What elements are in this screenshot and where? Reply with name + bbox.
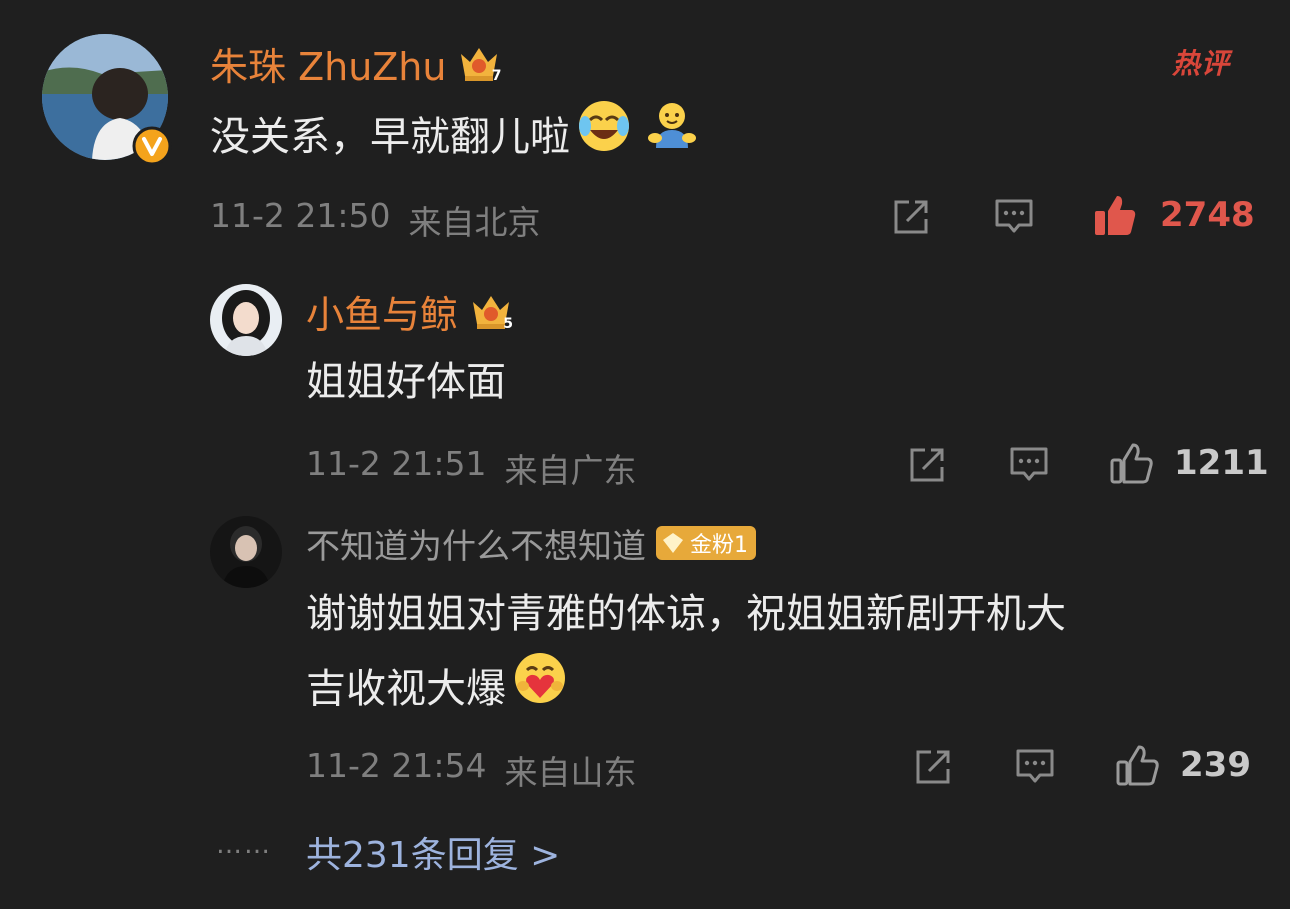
avatar[interactable]: [210, 516, 282, 588]
comment-header: 小鱼与鲸 5: [306, 284, 514, 339]
location: 来自山东: [504, 753, 637, 792]
comment-icon: [1010, 447, 1048, 481]
share-icon: [894, 200, 928, 234]
timestamp: 11-2 21:50: [210, 196, 391, 235]
heart-hug-emoji-icon: [512, 650, 568, 727]
comment-text: 没关系，早就翻儿啦: [210, 98, 700, 175]
comment-icon: [1016, 749, 1054, 783]
location: 来自北京: [408, 203, 541, 242]
username[interactable]: 朱珠 ZhuZhu: [210, 36, 446, 91]
avatar[interactable]: [210, 284, 282, 356]
share-icon: [916, 750, 950, 784]
crown-level-icon: 7: [456, 40, 502, 86]
like-button[interactable]: 1211: [1108, 440, 1269, 486]
comment-icon: [995, 199, 1033, 233]
crown-level-icon: 5: [468, 288, 514, 334]
ellipsis: ……: [216, 830, 272, 860]
fan-badge: 金粉1: [656, 526, 756, 560]
location: 来自广东: [504, 451, 637, 490]
diamond-icon: [663, 533, 683, 553]
reply-button[interactable]: [1012, 744, 1058, 790]
comment-text: 姐姐好体面: [306, 359, 506, 405]
thumbs-up-icon: [1095, 196, 1136, 235]
share-button[interactable]: [904, 442, 950, 488]
more-replies-link[interactable]: 共231条回复 >: [306, 826, 560, 878]
comment-meta: 11-2 21:51 来自广东: [306, 444, 637, 492]
comment-text-line-2: 吉收视大爆: [306, 650, 568, 727]
timestamp: 11-2 21:54: [306, 746, 487, 785]
timestamp: 11-2 21:51: [306, 444, 487, 483]
reply-button[interactable]: [991, 194, 1037, 240]
laughing-crying-emoji-icon: [576, 98, 632, 175]
comment-header: 朱珠 ZhuZhu 7: [210, 36, 502, 91]
username[interactable]: 小鱼与鲸: [306, 284, 458, 339]
like-button[interactable]: 2748: [1092, 192, 1255, 238]
share-button[interactable]: [910, 744, 956, 790]
username[interactable]: 不知道为什么不想知道: [306, 519, 646, 568]
share-button[interactable]: [888, 194, 934, 240]
hug-emoji-icon: [644, 98, 700, 175]
reply-button[interactable]: [1006, 442, 1052, 488]
share-icon: [910, 448, 944, 482]
like-count: 239: [1180, 745, 1251, 785]
like-count: 1211: [1174, 443, 1269, 483]
comment-text-line-1: 谢谢姐姐对青雅的体谅，祝姐姐新剧开机大: [306, 591, 1066, 637]
thumbs-up-icon: [1116, 745, 1159, 786]
comment-header: 不知道为什么不想知道 金粉1: [306, 519, 756, 568]
verified-badge-icon: [132, 126, 172, 166]
like-button[interactable]: 239: [1114, 742, 1251, 788]
like-count: 2748: [1160, 195, 1255, 235]
thumbs-up-icon: [1110, 443, 1153, 484]
comment-meta: 11-2 21:50 来自北京: [210, 196, 541, 244]
hot-comment-badge: 热评: [1172, 47, 1231, 80]
comment-meta: 11-2 21:54 来自山东: [306, 746, 637, 794]
